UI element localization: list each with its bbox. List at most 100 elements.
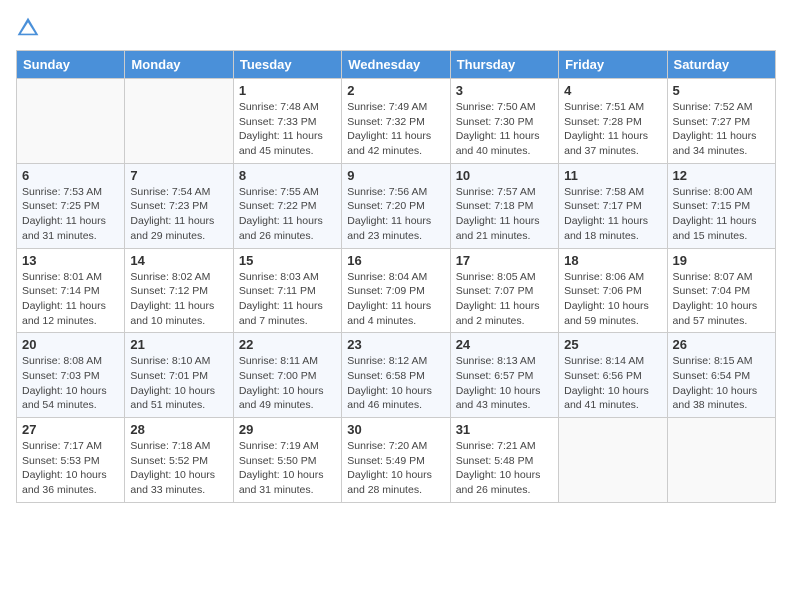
day-info: Sunrise: 7:54 AM Sunset: 7:23 PM Dayligh…: [130, 185, 227, 244]
day-number: 10: [456, 168, 553, 183]
day-of-week-header: Friday: [559, 51, 667, 79]
day-number: 6: [22, 168, 119, 183]
calendar-cell: 21 Sunrise: 8:10 AM Sunset: 7:01 PM Dayli…: [125, 333, 233, 418]
calendar-cell: 26Sunrise: 8:15 AM Sunset: 6:54 PM Dayli…: [667, 333, 775, 418]
calendar-cell: [125, 79, 233, 164]
calendar-cell: 4Sunrise: 7:51 AM Sunset: 7:28 PM Daylig…: [559, 79, 667, 164]
calendar-week-row: 27 Sunrise: 7:17 AM Sunset: 5:53 PM Dayli…: [17, 418, 776, 503]
calendar-cell: 25 Sunrise: 8:14 AM Sunset: 6:56 PM Dayli…: [559, 333, 667, 418]
calendar-cell: 2 Sunrise: 7:49 AM Sunset: 7:32 PM Daylig…: [342, 79, 450, 164]
day-info: Sunrise: 8:04 AM Sunset: 7:09 PM Dayligh…: [347, 270, 444, 329]
day-number: 17: [456, 253, 553, 268]
day-number: 12: [673, 168, 770, 183]
calendar-cell: 10 Sunrise: 7:57 AM Sunset: 7:18 PM Dayli…: [450, 163, 558, 248]
day-number: 9: [347, 168, 444, 183]
day-info: Sunrise: 8:01 AM Sunset: 7:14 PM Dayligh…: [22, 270, 119, 329]
day-number: 15: [239, 253, 336, 268]
calendar-cell: 14Sunrise: 8:02 AM Sunset: 7:12 PM Dayli…: [125, 248, 233, 333]
day-info: Sunrise: 7:55 AM Sunset: 7:22 PM Dayligh…: [239, 185, 336, 244]
calendar-cell: 9Sunrise: 7:56 AM Sunset: 7:20 PM Daylig…: [342, 163, 450, 248]
day-info: Sunrise: 7:57 AM Sunset: 7:18 PM Dayligh…: [456, 185, 553, 244]
day-info: Sunrise: 7:52 AM Sunset: 7:27 PM Dayligh…: [673, 100, 770, 159]
header: [16, 16, 776, 40]
day-info: Sunrise: 7:17 AM Sunset: 5:53 PM Dayligh…: [22, 439, 119, 498]
day-number: 23: [347, 337, 444, 352]
day-info: Sunrise: 7:19 AM Sunset: 5:50 PM Dayligh…: [239, 439, 336, 498]
logo: [16, 16, 44, 40]
day-of-week-header: Wednesday: [342, 51, 450, 79]
day-info: Sunrise: 7:51 AM Sunset: 7:28 PM Dayligh…: [564, 100, 661, 159]
calendar-cell: 20 Sunrise: 8:08 AM Sunset: 7:03 PM Dayli…: [17, 333, 125, 418]
calendar-week-row: 20 Sunrise: 8:08 AM Sunset: 7:03 PM Dayli…: [17, 333, 776, 418]
calendar-cell: 18 Sunrise: 8:06 AM Sunset: 7:06 PM Dayli…: [559, 248, 667, 333]
day-info: Sunrise: 8:14 AM Sunset: 6:56 PM Dayligh…: [564, 354, 661, 413]
day-of-week-header: Sunday: [17, 51, 125, 79]
calendar-cell: 22Sunrise: 8:11 AM Sunset: 7:00 PM Dayli…: [233, 333, 341, 418]
calendar-cell: 30 Sunrise: 7:20 AM Sunset: 5:49 PM Dayli…: [342, 418, 450, 503]
calendar-cell: 13 Sunrise: 8:01 AM Sunset: 7:14 PM Dayli…: [17, 248, 125, 333]
day-number: 16: [347, 253, 444, 268]
day-of-week-header: Tuesday: [233, 51, 341, 79]
day-number: 22: [239, 337, 336, 352]
day-info: Sunrise: 7:21 AM Sunset: 5:48 PM Dayligh…: [456, 439, 553, 498]
day-info: Sunrise: 7:58 AM Sunset: 7:17 PM Dayligh…: [564, 185, 661, 244]
calendar-cell: 16 Sunrise: 8:04 AM Sunset: 7:09 PM Dayli…: [342, 248, 450, 333]
day-info: Sunrise: 8:05 AM Sunset: 7:07 PM Dayligh…: [456, 270, 553, 329]
day-info: Sunrise: 8:00 AM Sunset: 7:15 PM Dayligh…: [673, 185, 770, 244]
day-number: 27: [22, 422, 119, 437]
calendar-cell: 1 Sunrise: 7:48 AM Sunset: 7:33 PM Daylig…: [233, 79, 341, 164]
calendar-cell: 6 Sunrise: 7:53 AM Sunset: 7:25 PM Daylig…: [17, 163, 125, 248]
day-number: 31: [456, 422, 553, 437]
day-number: 13: [22, 253, 119, 268]
calendar-cell: 3 Sunrise: 7:50 AM Sunset: 7:30 PM Daylig…: [450, 79, 558, 164]
day-number: 20: [22, 337, 119, 352]
day-info: Sunrise: 7:49 AM Sunset: 7:32 PM Dayligh…: [347, 100, 444, 159]
day-info: Sunrise: 8:06 AM Sunset: 7:06 PM Dayligh…: [564, 270, 661, 329]
day-info: Sunrise: 7:20 AM Sunset: 5:49 PM Dayligh…: [347, 439, 444, 498]
calendar-cell: 7 Sunrise: 7:54 AM Sunset: 7:23 PM Daylig…: [125, 163, 233, 248]
day-number: 1: [239, 83, 336, 98]
day-info: Sunrise: 8:10 AM Sunset: 7:01 PM Dayligh…: [130, 354, 227, 413]
day-of-week-header: Monday: [125, 51, 233, 79]
day-number: 26: [673, 337, 770, 352]
calendar-header-row: SundayMondayTuesdayWednesdayThursdayFrid…: [17, 51, 776, 79]
calendar-week-row: 6 Sunrise: 7:53 AM Sunset: 7:25 PM Daylig…: [17, 163, 776, 248]
day-number: 7: [130, 168, 227, 183]
calendar-week-row: 13 Sunrise: 8:01 AM Sunset: 7:14 PM Dayli…: [17, 248, 776, 333]
logo-icon: [16, 16, 40, 40]
day-number: 24: [456, 337, 553, 352]
calendar-cell: [559, 418, 667, 503]
day-number: 3: [456, 83, 553, 98]
day-info: Sunrise: 7:53 AM Sunset: 7:25 PM Dayligh…: [22, 185, 119, 244]
day-number: 28: [130, 422, 227, 437]
day-number: 2: [347, 83, 444, 98]
day-number: 8: [239, 168, 336, 183]
day-info: Sunrise: 8:03 AM Sunset: 7:11 PM Dayligh…: [239, 270, 336, 329]
calendar-cell: 15 Sunrise: 8:03 AM Sunset: 7:11 PM Dayli…: [233, 248, 341, 333]
calendar-cell: [667, 418, 775, 503]
calendar-week-row: 1 Sunrise: 7:48 AM Sunset: 7:33 PM Daylig…: [17, 79, 776, 164]
day-info: Sunrise: 8:07 AM Sunset: 7:04 PM Dayligh…: [673, 270, 770, 329]
day-number: 30: [347, 422, 444, 437]
calendar-cell: 12 Sunrise: 8:00 AM Sunset: 7:15 PM Dayli…: [667, 163, 775, 248]
day-of-week-header: Saturday: [667, 51, 775, 79]
calendar-cell: 24 Sunrise: 8:13 AM Sunset: 6:57 PM Dayli…: [450, 333, 558, 418]
day-info: Sunrise: 8:02 AM Sunset: 7:12 PM Dayligh…: [130, 270, 227, 329]
calendar-cell: 28Sunrise: 7:18 AM Sunset: 5:52 PM Dayli…: [125, 418, 233, 503]
day-number: 5: [673, 83, 770, 98]
calendar: SundayMondayTuesdayWednesdayThursdayFrid…: [16, 50, 776, 503]
calendar-cell: 11 Sunrise: 7:58 AM Sunset: 7:17 PM Dayli…: [559, 163, 667, 248]
day-number: 11: [564, 168, 661, 183]
day-info: Sunrise: 7:50 AM Sunset: 7:30 PM Dayligh…: [456, 100, 553, 159]
day-of-week-header: Thursday: [450, 51, 558, 79]
calendar-cell: [17, 79, 125, 164]
day-number: 19: [673, 253, 770, 268]
day-number: 18: [564, 253, 661, 268]
day-info: Sunrise: 7:48 AM Sunset: 7:33 PM Dayligh…: [239, 100, 336, 159]
day-info: Sunrise: 8:13 AM Sunset: 6:57 PM Dayligh…: [456, 354, 553, 413]
calendar-body: 1 Sunrise: 7:48 AM Sunset: 7:33 PM Daylig…: [17, 79, 776, 503]
day-number: 21: [130, 337, 227, 352]
day-number: 25: [564, 337, 661, 352]
day-number: 29: [239, 422, 336, 437]
day-info: Sunrise: 8:08 AM Sunset: 7:03 PM Dayligh…: [22, 354, 119, 413]
